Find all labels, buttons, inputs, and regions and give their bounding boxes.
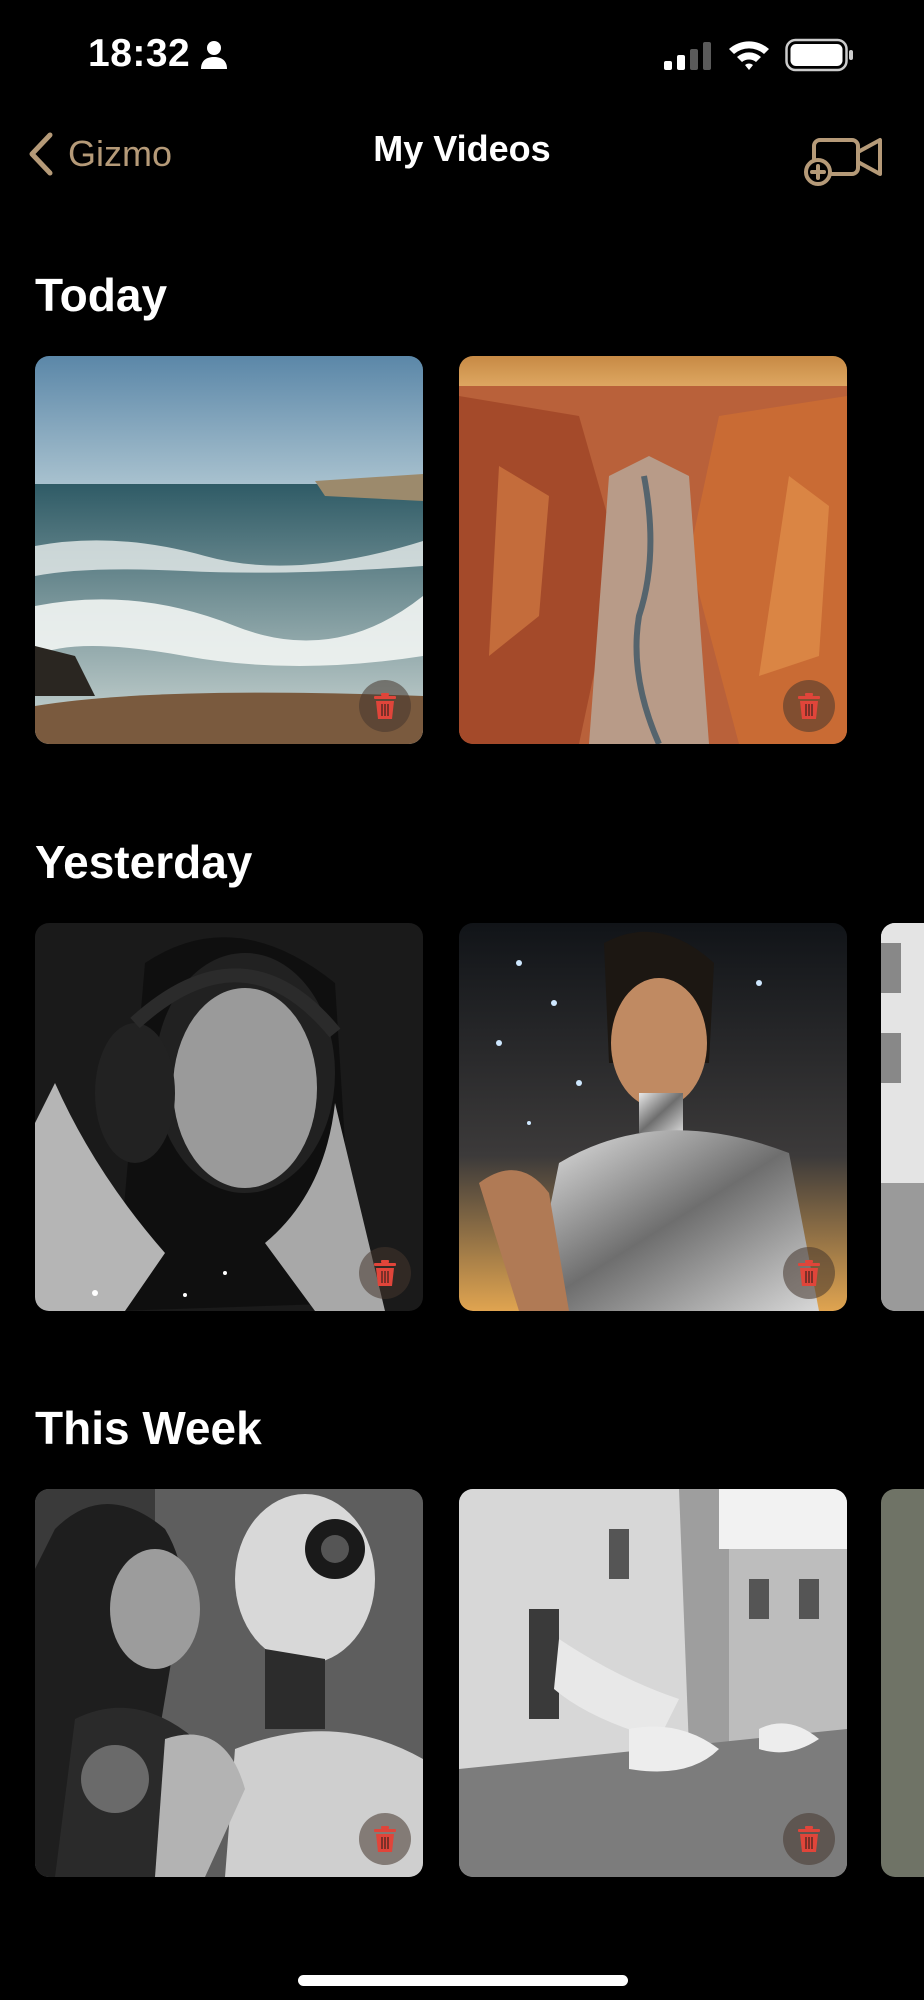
woman-robot-embrace-image (35, 1489, 423, 1877)
back-button[interactable]: Gizmo (26, 126, 172, 182)
add-video-icon[interactable] (802, 124, 888, 190)
video-thumbnail-woman-robot-embrace[interactable] (35, 1489, 423, 1877)
woman-silver-outfit-image (459, 923, 847, 1311)
delete-button[interactable] (783, 1813, 835, 1865)
delete-button[interactable] (783, 680, 835, 732)
navigation-bar: Gizmo My Videos (0, 110, 924, 230)
home-indicator[interactable] (298, 1975, 628, 1986)
woman-headphones-image (35, 923, 423, 1311)
video-row (35, 356, 924, 746)
delete-button[interactable] (359, 1247, 411, 1299)
trash-icon (374, 1826, 396, 1852)
back-label: Gizmo (68, 133, 173, 174)
delete-button[interactable] (783, 1247, 835, 1299)
trash-icon (798, 693, 820, 719)
video-row (35, 1489, 924, 1879)
video-thumbnail-partial[interactable] (881, 1489, 924, 1877)
video-thumbnail-building-partial[interactable] (881, 923, 924, 1311)
wifi-icon (729, 41, 769, 70)
video-thumbnail-ocean-waves[interactable] (35, 356, 423, 744)
building-image (881, 923, 924, 1311)
video-thumbnail-woman-headphones[interactable] (35, 923, 423, 1311)
canyon-river-image (459, 356, 847, 744)
status-time: 18:32 (88, 32, 191, 75)
trash-icon (374, 1260, 396, 1286)
video-row (35, 923, 924, 1313)
chevron-left-icon (29, 132, 53, 176)
battery-icon (785, 38, 853, 72)
video-thumbnail-street-fishing-boat[interactable] (459, 1489, 847, 1877)
section-title: Today (35, 269, 168, 321)
trash-icon (374, 693, 396, 719)
trash-icon (798, 1826, 820, 1852)
status-bar: 18:32 (0, 0, 924, 110)
section-title: This Week (35, 1402, 262, 1454)
trash-icon (798, 1260, 820, 1286)
cellular-signal-icon (664, 42, 711, 70)
video-thumbnail-canyon-river[interactable] (459, 356, 847, 744)
video-thumbnail-woman-silver-outfit[interactable] (459, 923, 847, 1311)
partial-image (881, 1489, 924, 1877)
section-title: Yesterday (35, 836, 253, 888)
person-icon (201, 41, 227, 69)
delete-button[interactable] (359, 680, 411, 732)
ocean-waves-image (35, 356, 423, 744)
street-fishing-boat-image (459, 1489, 847, 1877)
delete-button[interactable] (359, 1813, 411, 1865)
